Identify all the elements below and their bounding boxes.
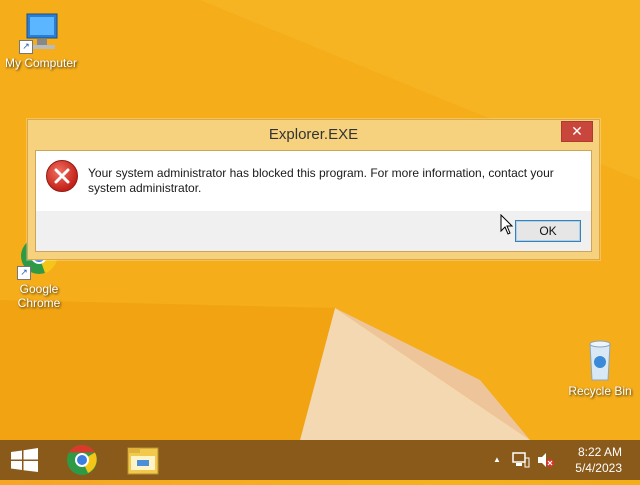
dialog-message: Your system administrator has blocked th… — [88, 166, 554, 195]
taskbar-file-explorer-button[interactable] — [118, 440, 168, 480]
dialog-body: Your system administrator has blocked th… — [35, 150, 592, 252]
windows-logo-icon — [11, 448, 38, 472]
network-icon[interactable] — [512, 452, 530, 468]
computer-icon: ↗ — [19, 10, 63, 54]
file-explorer-icon — [127, 447, 159, 475]
recycle-bin-icon — [578, 338, 622, 382]
shortcut-arrow-icon: ↗ — [19, 40, 33, 54]
taskbar-clock[interactable]: 8:22 AM 5/4/2023 — [575, 444, 622, 476]
desktop-icon-label: Recycle Bin — [568, 384, 632, 398]
error-dialog: Explorer.EXE ✕ Your system administrator… — [27, 119, 600, 260]
clock-date: 5/4/2023 — [575, 461, 622, 475]
mouse-cursor-icon — [500, 214, 514, 235]
ok-button[interactable]: OK — [515, 220, 581, 242]
desktop-icon-label-line1: Google — [19, 282, 59, 296]
shortcut-arrow-icon: ↗ — [17, 266, 31, 280]
start-button[interactable] — [0, 440, 50, 480]
desktop-icon-my-computer[interactable]: ↗ My Computer — [2, 10, 80, 70]
close-button[interactable]: ✕ — [561, 121, 593, 142]
desktop-icon-label: My Computer — [4, 56, 78, 70]
chrome-icon — [67, 445, 97, 475]
taskbar: ▲ 8:22 AM 5/4/2023 — [0, 440, 640, 480]
show-hidden-icons-button[interactable]: ▲ — [493, 455, 501, 464]
error-icon — [46, 160, 78, 192]
taskbar-chrome-button[interactable] — [57, 440, 107, 480]
clock-time: 8:22 AM — [577, 445, 622, 459]
desktop-icon-recycle-bin[interactable]: Recycle Bin — [561, 338, 639, 398]
desktop-icon-label-line2: Chrome — [17, 296, 61, 310]
volume-muted-icon[interactable] — [537, 452, 555, 468]
message-area: Your system administrator has blocked th… — [36, 151, 591, 211]
dialog-title: Explorer.EXE — [268, 126, 359, 143]
